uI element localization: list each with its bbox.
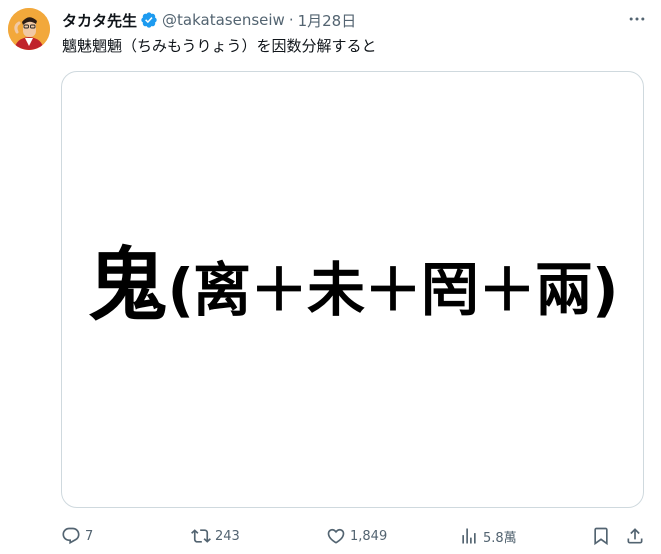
reply-icon bbox=[62, 527, 80, 545]
repost-count: 243 bbox=[215, 528, 240, 544]
action-bar: 7 243 1,849 5.8萬 bbox=[61, 524, 650, 548]
separator: · bbox=[288, 11, 294, 29]
tweet-date[interactable]: 1月28日 bbox=[298, 10, 357, 31]
reply-button[interactable]: 7 bbox=[61, 524, 93, 548]
more-icon[interactable] bbox=[624, 8, 650, 30]
formula-graphic: 鬼 (离＋未＋罔＋兩) bbox=[62, 72, 643, 507]
repost-icon bbox=[191, 529, 211, 543]
bookmark-button[interactable] bbox=[591, 524, 611, 548]
avatar[interactable] bbox=[8, 8, 50, 50]
formula-parts: (离＋未＋罔＋兩) bbox=[167, 255, 618, 324]
tweet-media-image[interactable]: 鬼 (离＋未＋罔＋兩) bbox=[61, 71, 644, 508]
display-name[interactable]: タカタ先生 bbox=[62, 10, 137, 31]
share-button[interactable] bbox=[625, 524, 645, 548]
views-button[interactable]: 5.8萬 bbox=[459, 524, 517, 548]
bookmark-icon bbox=[594, 527, 608, 546]
tweet-header: タカタ先生 @takatasenseiw · 1月28日 bbox=[62, 9, 356, 31]
like-icon bbox=[327, 528, 345, 544]
verified-badge-icon bbox=[140, 11, 158, 29]
views-icon bbox=[462, 528, 476, 544]
views-count: 5.8萬 bbox=[483, 530, 517, 546]
tweet-text: 魑魅魍魎（ちみもうりょう）を因数分解すると bbox=[62, 37, 377, 55]
repost-button[interactable]: 243 bbox=[191, 524, 240, 548]
like-count: 1,849 bbox=[350, 528, 388, 544]
formula-main-glyph: 鬼 bbox=[87, 238, 168, 332]
reply-count: 7 bbox=[85, 528, 94, 544]
like-button[interactable]: 1,849 bbox=[326, 524, 387, 548]
share-icon bbox=[627, 528, 643, 544]
user-handle[interactable]: @takatasenseiw bbox=[162, 11, 285, 29]
